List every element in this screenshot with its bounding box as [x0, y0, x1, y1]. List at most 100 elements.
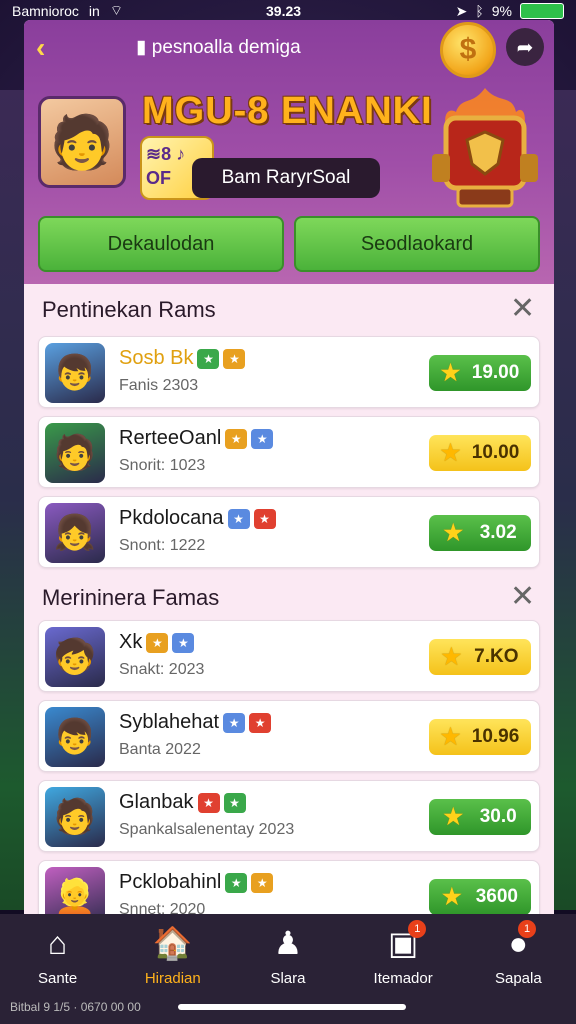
star-icon: ★ — [443, 804, 464, 829]
home-indicator[interactable] — [178, 1004, 406, 1010]
section-pentinekan: Pentinekan Rams ✕ 👦 Sosb Bk ★ ★ Fanis 2303 ★ 1… — [24, 284, 554, 568]
close-icon[interactable]: ✕ — [510, 294, 536, 324]
badge-icon: ★ — [253, 508, 276, 529]
star-icon: ★ — [440, 440, 461, 465]
list-item[interactable]: 👦 Sosb Bk ★ ★ Fanis 2303 ★ 19.00 — [38, 336, 540, 408]
badge-icon: ★ — [172, 632, 195, 653]
score-button[interactable]: ★ 10.96 — [429, 719, 531, 755]
item-name: Xk ★ ★ — [119, 631, 195, 654]
footer-text: Bitbal 9 1/5 · 0670 00 00 — [10, 1000, 141, 1014]
home-icon: ⌂ — [48, 924, 67, 962]
badge-icon: ★ — [197, 792, 220, 813]
section-title: Merininera Famas — [42, 585, 220, 610]
item-name-text: Xk — [119, 631, 143, 653]
score-button[interactable]: ★ 3.02 — [429, 515, 531, 551]
item-name-text: Pkdolocana — [119, 507, 224, 529]
item-name-text: RerteeOanl — [119, 427, 222, 449]
item-name: Pkdolocana ★ ★ — [119, 507, 276, 530]
tab-label: Hiradian — [144, 970, 201, 987]
badge-icon: ★ — [223, 712, 246, 733]
clock: 39.23 — [266, 3, 302, 19]
score-button[interactable]: ★ 3600 — [429, 879, 531, 915]
badge-icon: ★ — [223, 348, 246, 369]
game-title: MGU-8 ENANKI — [142, 90, 433, 132]
player-avatar-icon: 🧑 — [45, 423, 105, 483]
notification-badge: 1 — [518, 920, 536, 938]
list-item[interactable]: 🧑 RerteeOanl ★ ★ Snorit: 1023 ★ 10.00 — [38, 416, 540, 488]
tab-glyph: ⌂ — [47, 925, 68, 961]
item-subtitle: Snorit: 1023 — [119, 457, 206, 474]
scoreboard-button[interactable]: Seodlaokard — [294, 216, 540, 272]
player-avatar: 🧑 — [38, 96, 126, 188]
score-value: 10.96 — [471, 726, 520, 747]
ranked-list: 🧒 Xk ★ ★ Snakt: 2023 ★ 7.KO 👦 Syblahehat ★ ★ Banta … — [24, 620, 554, 920]
player-avatar-icon: 👦 — [45, 343, 105, 403]
section-merininera: Merininera Famas ✕ 🧒 Xk ★ ★ Snakt: 2023 ★ 7.KO… — [24, 576, 554, 920]
item-subtitle: Spankalsalenentay 2023 — [119, 821, 295, 838]
item-box-icon: ▣ 1 — [388, 920, 427, 962]
badge-icon: ★ — [227, 508, 250, 529]
back-button[interactable]: ‹ — [36, 34, 60, 62]
item-name-text: Syblahehat — [119, 711, 220, 733]
score-value: 3.02 — [479, 522, 517, 543]
player-avatar-icon: 👧 — [45, 503, 105, 563]
badge-icon: ★ — [223, 792, 246, 813]
score-button[interactable]: ★ 30.0 — [429, 799, 531, 835]
player-avatar-icon: 🧑 — [45, 787, 105, 847]
section-header: Merininera Famas ✕ — [24, 576, 554, 620]
item-name: Pcklobahinl ★ ★ — [119, 871, 274, 894]
app-panel: ‹ ▮ pesnoalla demiga $ ➦ 🧑 MGU-8 ENANKI … — [24, 20, 554, 920]
item-subtitle: Banta 2022 — [119, 741, 201, 758]
tab-label: Itemador — [373, 970, 433, 987]
notification-badge: 1 — [408, 920, 427, 938]
coin-icon[interactable]: $ — [440, 22, 496, 78]
item-name: Syblahehat ★ ★ — [119, 711, 272, 734]
battery-percent: 9% — [491, 3, 512, 19]
badge-icon: ★ — [251, 428, 274, 449]
score-value: 3600 — [475, 886, 518, 907]
close-icon[interactable]: ✕ — [510, 582, 536, 612]
rank-pill: Bam RaryrSoal — [192, 158, 380, 198]
badge-icon: ★ — [146, 632, 169, 653]
list-item[interactable]: 🧒 Xk ★ ★ Snakt: 2023 ★ 7.KO — [38, 620, 540, 692]
action-button-row: Dekaulodan Seodlaokard — [38, 216, 540, 272]
item-name-text: Sosb Bk — [119, 347, 194, 369]
score-button[interactable]: ★ 7.KO — [429, 639, 531, 675]
share-button[interactable]: ➦ — [506, 28, 544, 66]
network-label: in — [88, 3, 100, 19]
list-item[interactable]: 👦 Syblahehat ★ ★ Banta 2022 ★ 10.96 — [38, 700, 540, 772]
badge-icon: ★ — [225, 872, 248, 893]
star-icon: ★ — [440, 724, 461, 749]
item-name-text: Pcklobahinl — [119, 871, 222, 893]
house-icon: 🏠 — [153, 924, 193, 962]
list-item[interactable]: 👱 Pcklobahinl ★ ★ Snnet: 2020 ★ 3600 — [38, 860, 540, 920]
section-header: Pentinekan Rams ✕ — [24, 284, 554, 336]
score-value: 10.00 — [471, 442, 520, 463]
wifi-icon: ⌔ — [109, 2, 123, 18]
badge-icon: ★ — [251, 872, 274, 893]
tab-gear-character[interactable]: ● 1 Sapala — [468, 920, 568, 1024]
bluetooth-icon: ᛒ — [475, 3, 484, 19]
header-title-text: pesnoalla demiga — [151, 37, 301, 58]
score-button[interactable]: ★ 19.00 — [429, 355, 531, 391]
tab-label: Slara — [270, 970, 306, 987]
score-value: 30.0 — [479, 806, 517, 827]
header: ‹ ▮ pesnoalla demiga $ ➦ 🧑 MGU-8 ENANKI … — [24, 20, 554, 284]
status-bar: Bamnioroc in ⌔ 39.23 ➤ ᛒ 9% — [0, 0, 576, 22]
tab-label: Sapala — [494, 970, 542, 987]
star-icon: ★ — [441, 644, 462, 669]
badge-icon: ★ — [249, 712, 272, 733]
download-button[interactable]: Dekaulodan — [38, 216, 284, 272]
item-name: Sosb Bk ★ ★ — [119, 347, 246, 370]
list-item[interactable]: 🧑 Glanbak ★ ★ Spankalsalenentay 2023 ★ 30.0 — [38, 780, 540, 852]
player-avatar-icon: 👱 — [45, 867, 105, 920]
trophy-shield-icon — [432, 88, 538, 208]
score-button[interactable]: ★ 10.00 — [429, 435, 531, 471]
list-item[interactable]: 👧 Pkdolocana ★ ★ Snont: 1222 ★ 3.02 — [38, 496, 540, 568]
star-icon: ★ — [441, 884, 462, 909]
battery-icon — [520, 3, 564, 19]
section-title: Pentinekan Rams — [42, 297, 216, 322]
tab-label: Sante — [37, 970, 78, 987]
player-avatar-icon: 👦 — [45, 707, 105, 767]
carrier-label: Bamnioroc — [12, 3, 79, 19]
